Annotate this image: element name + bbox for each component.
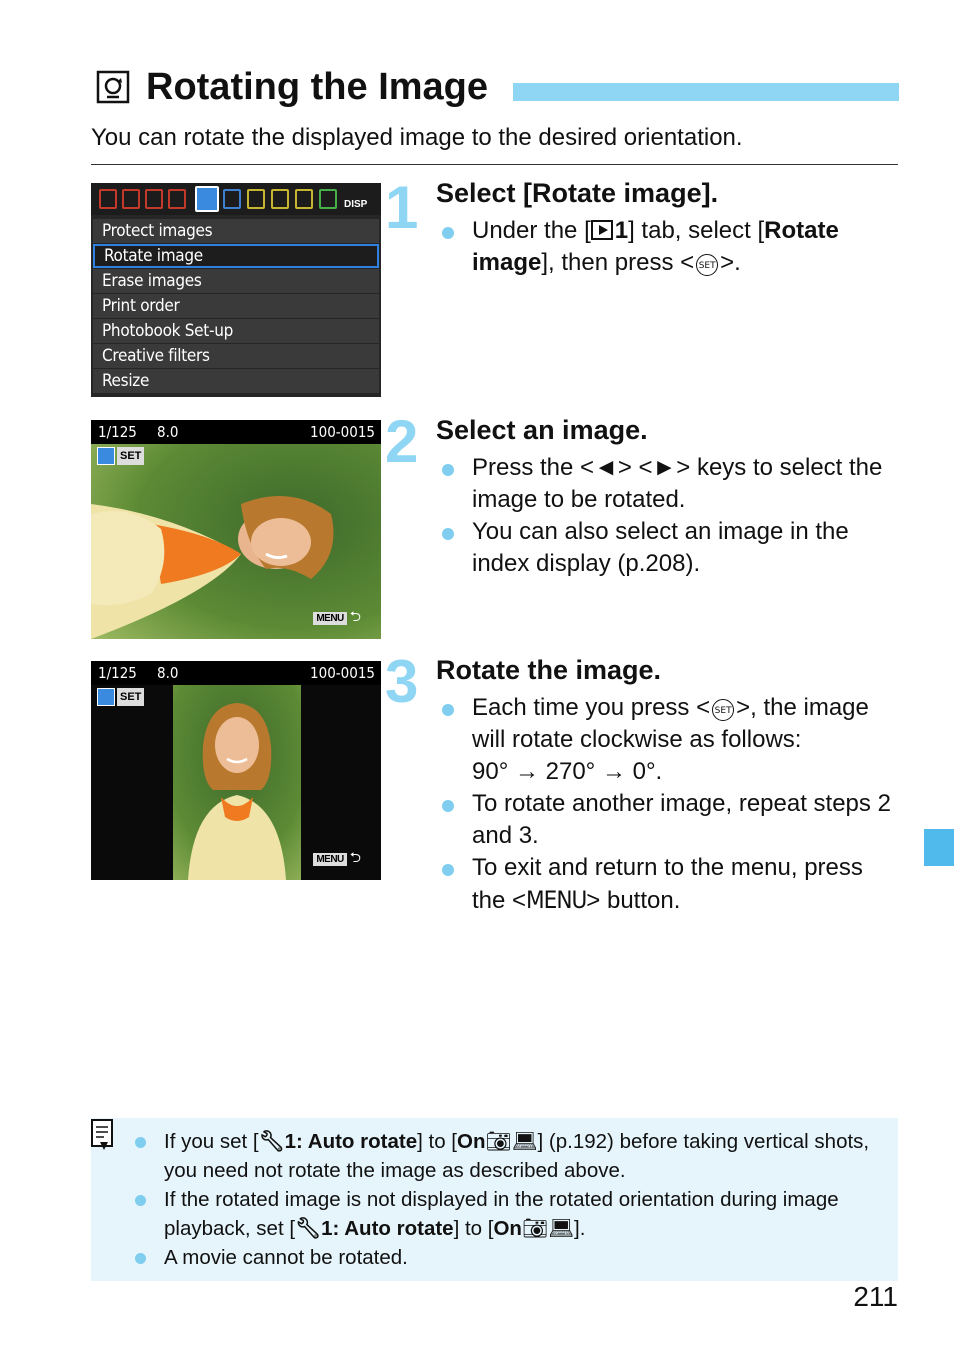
shooting-tab-icon [145, 189, 163, 209]
step-bullets: Each time you press < SET >, the image wil… [436, 692, 898, 917]
rotate-set-hint: SET [97, 447, 145, 465]
rotation-sequence: 90° → 270° → 0°. [472, 758, 663, 785]
rotate-icon [97, 447, 115, 465]
step-number: 1 [385, 174, 419, 241]
page-title: Rotating the Image [146, 66, 489, 108]
aperture: 8.0 [157, 423, 179, 441]
aperture: 8.0 [157, 664, 179, 682]
playback-tab-icon [223, 189, 241, 209]
file-number: 100-0015 [310, 664, 375, 682]
menu-item-print-order: Print order [93, 294, 379, 318]
shooting-info-bar: 1/125 8.0 100-0015 [91, 661, 381, 685]
menu-item-rotate-image: Rotate image [93, 244, 379, 268]
step-bullets: Under the [1] tab, select [Rotate image]… [436, 215, 896, 279]
list-item: To rotate another image, repeat steps 2 … [436, 788, 898, 852]
set-badge: SET [117, 447, 145, 465]
return-icon: ⮌ [349, 849, 361, 865]
menu-item-protect-images: Protect images [93, 219, 379, 243]
lcd-playback-screen: 1/125 8.0 100-0015 SET MENU ⮌ [91, 420, 381, 639]
note-memo-icon [91, 1119, 113, 1150]
menu-item-creative-filters: Creative filters [93, 344, 379, 368]
shooting-tab-icon [99, 189, 117, 209]
disp-badge: DISP [344, 199, 368, 210]
note-box: If you set [🔧︎1: Auto rotate] to [On📷︎💻︎… [91, 1118, 898, 1281]
list-item: Each time you press < SET >, the image wil… [436, 692, 898, 788]
playback-tab-icon [195, 186, 219, 212]
my-menu-tab-icon [319, 189, 337, 209]
camera-icon: 📷︎ [485, 1130, 512, 1153]
computer-icon: 💻︎ [547, 1217, 574, 1240]
menu-badge: MENU [313, 853, 347, 866]
lcd-menu-screen: DISP Protect images Rotate image Erase i… [91, 183, 381, 397]
shooting-tab-icon [122, 189, 140, 209]
list-item: If you set [🔧︎1: Auto rotate] to [On📷︎💻︎… [129, 1127, 889, 1185]
note-list: If you set [🔧︎1: Auto rotate] to [On📷︎💻︎… [129, 1127, 889, 1272]
computer-icon: 💻︎ [511, 1130, 538, 1153]
list-item: Under the [1] tab, select [Rotate image]… [436, 215, 896, 279]
rotate-set-hint: SET [97, 688, 145, 706]
camera-icon: 📷︎ [521, 1217, 548, 1240]
menu-tab-row: DISP [91, 183, 381, 215]
page-number: 211 [853, 1281, 898, 1312]
upright-portrait-photo [173, 685, 301, 880]
playback-tab-icon [590, 220, 613, 240]
shutter-speed: 1/125 [98, 664, 137, 682]
section-side-tab [924, 829, 954, 866]
setup-tab-icon [271, 189, 289, 209]
list-item: If the rotated image is not displayed in… [129, 1185, 889, 1243]
menu-item-resize: Resize [93, 369, 379, 393]
title-accent-bar [513, 83, 899, 101]
rotate-image-icon [96, 70, 130, 104]
list-item: Press the <◄> <►> keys to select the ima… [436, 452, 896, 516]
rotate-icon [97, 688, 115, 706]
menu-item-erase-images: Erase images [93, 269, 379, 293]
menu-badge: MENU [313, 612, 347, 625]
menu-button-label: MENU [526, 886, 587, 914]
list-item: A movie cannot be rotated. [129, 1243, 889, 1272]
menu-list: Protect images Rotate image Erase images… [91, 219, 381, 394]
lcd-playback-screen: 1/125 8.0 100-0015 SET MENU ⮌ [91, 661, 381, 880]
set-badge: SET [117, 688, 145, 706]
step-title: Select [Rotate image]. [436, 178, 719, 208]
file-number: 100-0015 [310, 423, 375, 441]
set-button-icon: SET [696, 254, 719, 276]
setup-tab-icon [295, 189, 313, 209]
shooting-tab-icon [168, 189, 186, 209]
return-icon: ⮌ [349, 608, 361, 624]
step-number: 2 [385, 408, 419, 475]
set-button-icon: SET [712, 699, 735, 721]
intro-text: You can rotate the displayed image to th… [91, 124, 743, 151]
step-number: 3 [385, 648, 419, 715]
step-title: Select an image. [436, 415, 648, 445]
wrench-icon: 🔧︎ [258, 1130, 285, 1153]
setup-tab-icon [247, 189, 265, 209]
divider [91, 164, 898, 165]
shutter-speed: 1/125 [98, 423, 137, 441]
menu-item-photobook-setup: Photobook Set-up [93, 319, 379, 343]
menu-return-hint: MENU ⮌ [313, 847, 361, 871]
shooting-info-bar: 1/125 8.0 100-0015 [91, 420, 381, 444]
step-title: Rotate the image. [436, 655, 662, 685]
step-bullets: Press the <◄> <►> keys to select the ima… [436, 452, 896, 580]
menu-return-hint: MENU ⮌ [313, 606, 361, 630]
wrench-icon: 🔧︎ [295, 1217, 322, 1240]
list-item: To exit and return to the menu, press th… [436, 852, 898, 917]
list-item: You can also select an image in the inde… [436, 516, 896, 580]
